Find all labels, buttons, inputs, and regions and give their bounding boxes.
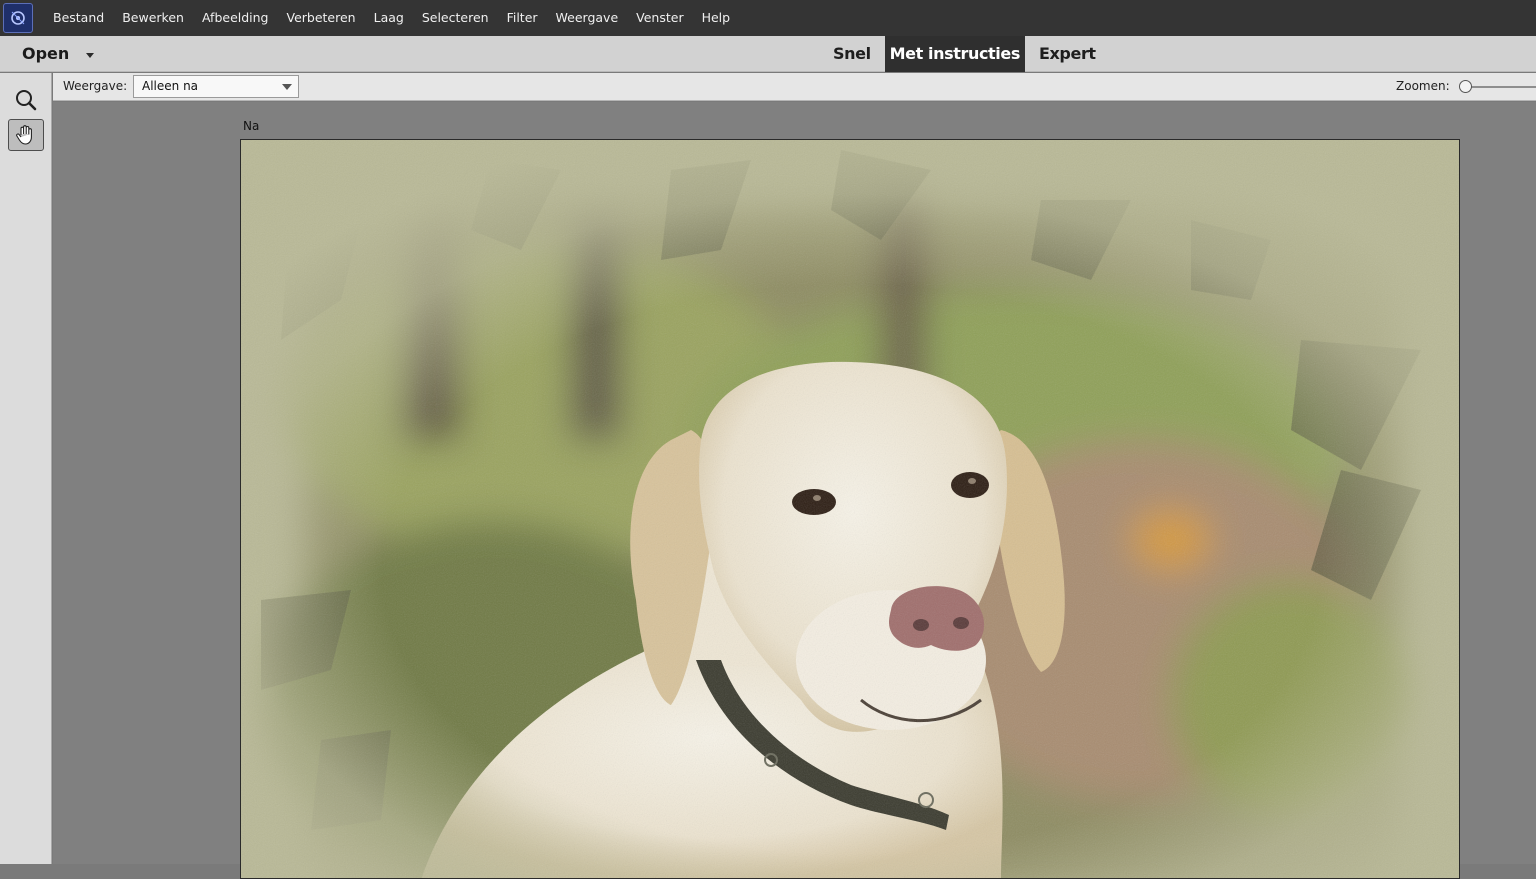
dog-photo-illustration bbox=[241, 140, 1459, 878]
menu-verbeteren[interactable]: Verbeteren bbox=[278, 0, 365, 36]
menu-laag[interactable]: Laag bbox=[365, 0, 413, 36]
hand-tool-button[interactable] bbox=[8, 119, 44, 151]
mode-bar: Open Snel Met instructies Expert bbox=[0, 36, 1536, 72]
view-select[interactable]: Alleen na bbox=[133, 75, 299, 98]
mode-tabs: Snel Met instructies Expert bbox=[819, 36, 1110, 72]
zoom-tool-button[interactable] bbox=[8, 84, 44, 116]
app-logo bbox=[0, 0, 36, 36]
zoom-slider-handle[interactable] bbox=[1459, 80, 1472, 93]
chevron-down-icon bbox=[282, 84, 292, 90]
menu-bestand[interactable]: Bestand bbox=[44, 0, 113, 36]
canvas-workspace: Na bbox=[53, 102, 1536, 879]
menu-selecteren[interactable]: Selecteren bbox=[413, 0, 498, 36]
menu-weergave[interactable]: Weergave bbox=[547, 0, 628, 36]
menu-bewerken[interactable]: Bewerken bbox=[113, 0, 193, 36]
view-select-value: Alleen na bbox=[142, 79, 199, 93]
zoom-label: Zoomen: bbox=[1396, 79, 1450, 93]
tab-met-instructies[interactable]: Met instructies bbox=[884, 36, 1025, 72]
menu-bar: Bestand Bewerken Afbeelding Verbeteren L… bbox=[0, 0, 1536, 36]
tab-expert[interactable]: Expert bbox=[1025, 36, 1110, 72]
dog-photo[interactable] bbox=[240, 139, 1460, 879]
elements-logo-icon bbox=[3, 3, 33, 33]
tool-panel bbox=[0, 73, 52, 864]
menu-help[interactable]: Help bbox=[693, 0, 740, 36]
open-button[interactable]: Open bbox=[22, 36, 69, 72]
options-bar: Weergave: Alleen na Zoomen: bbox=[53, 73, 1536, 101]
open-dropdown-caret-icon[interactable] bbox=[86, 53, 94, 58]
tab-snel[interactable]: Snel bbox=[819, 36, 885, 72]
menu-afbeelding[interactable]: Afbeelding bbox=[193, 0, 278, 36]
zoom-slider-track[interactable] bbox=[1463, 86, 1536, 88]
hand-icon bbox=[16, 125, 32, 145]
after-panel-label: Na bbox=[243, 119, 260, 133]
menu-venster[interactable]: Venster bbox=[627, 0, 692, 36]
zoom-icon bbox=[16, 90, 37, 111]
view-label: Weergave: bbox=[63, 79, 128, 93]
menu-filter[interactable]: Filter bbox=[498, 0, 547, 36]
